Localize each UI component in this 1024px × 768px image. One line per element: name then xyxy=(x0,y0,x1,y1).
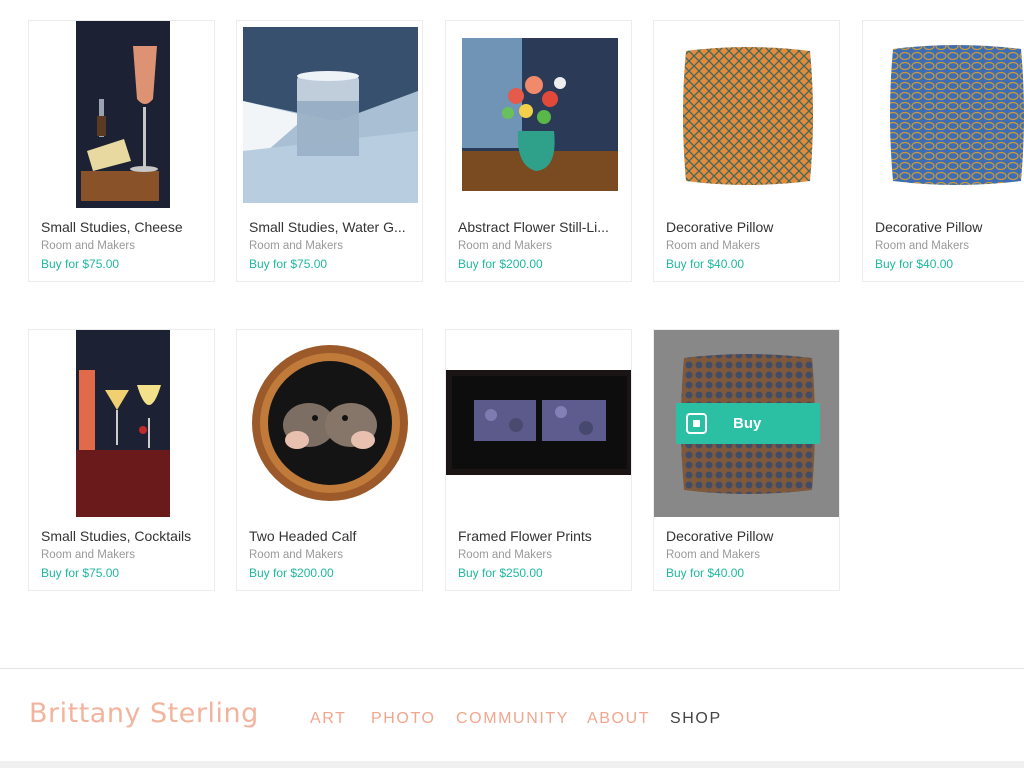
product-title[interactable]: Decorative Pillow xyxy=(666,219,831,236)
product-title[interactable]: Small Studies, Water G... xyxy=(249,219,414,236)
nav-photo[interactable]: PHOTO xyxy=(371,709,436,729)
painting-cocktails-icon xyxy=(76,330,170,517)
product-maker: Room and Makers xyxy=(41,240,135,252)
product-image[interactable] xyxy=(237,330,422,517)
product-maker: Room and Makers xyxy=(875,240,969,252)
product-image[interactable] xyxy=(446,330,631,517)
product-card[interactable]: Small Studies, Cocktails Room and Makers… xyxy=(28,329,215,591)
framed-prints-icon xyxy=(446,370,631,475)
product-maker: Room and Makers xyxy=(458,240,552,252)
product-title[interactable]: Abstract Flower Still-Li... xyxy=(458,219,623,236)
product-title[interactable]: Framed Flower Prints xyxy=(458,528,623,545)
product-card[interactable]: Decorative Pillow Room and Makers Buy fo… xyxy=(653,20,840,282)
product-maker: Room and Makers xyxy=(666,549,760,561)
nav-community[interactable]: COMMUNITY xyxy=(456,709,569,729)
buy-price-link[interactable]: Buy for $250.00 xyxy=(458,566,543,580)
site-brand[interactable]: Brittany Sterling xyxy=(29,698,259,730)
product-title[interactable]: Small Studies, Cocktails xyxy=(41,528,206,545)
product-title[interactable]: Decorative Pillow xyxy=(666,528,831,545)
painting-cheese-wine-icon xyxy=(76,21,170,208)
buy-price-link[interactable]: Buy for $40.00 xyxy=(875,257,953,271)
orange-pillow-icon xyxy=(683,47,813,185)
product-card[interactable]: Decorative Pillow Room and Makers Buy fo… xyxy=(862,20,1024,282)
product-image[interactable] xyxy=(29,21,214,208)
product-title[interactable]: Small Studies, Cheese xyxy=(41,219,206,236)
blue-pillow-icon xyxy=(890,45,1024,185)
product-card[interactable]: Two Headed Calf Room and Makers Buy for … xyxy=(236,329,423,591)
product-card[interactable]: Small Studies, Cheese Room and Makers Bu… xyxy=(28,20,215,282)
site-footer: Brittany Sterling ART PHOTO COMMUNITY AB… xyxy=(0,669,1024,761)
product-image[interactable] xyxy=(654,21,839,208)
product-image[interactable] xyxy=(446,21,631,208)
nav-art[interactable]: ART xyxy=(310,709,347,729)
buy-price-link[interactable]: Buy for $75.00 xyxy=(41,257,119,271)
buy-price-link[interactable]: Buy for $40.00 xyxy=(666,257,744,271)
product-title[interactable]: Two Headed Calf xyxy=(249,528,414,545)
buy-price-link[interactable]: Buy for $75.00 xyxy=(41,566,119,580)
product-maker: Room and Makers xyxy=(249,240,343,252)
nav-about[interactable]: ABOUT xyxy=(587,709,650,729)
product-maker: Room and Makers xyxy=(249,549,343,561)
buy-price-link[interactable]: Buy for $200.00 xyxy=(458,257,543,271)
product-image[interactable] xyxy=(29,330,214,517)
product-maker: Room and Makers xyxy=(458,549,552,561)
nav-shop[interactable]: SHOP xyxy=(670,709,722,729)
buy-button[interactable]: Buy xyxy=(676,403,820,444)
product-card[interactable]: Abstract Flower Still-Li... Room and Mak… xyxy=(445,20,632,282)
buy-label: Buy xyxy=(733,415,762,432)
painting-water-glass-icon xyxy=(243,27,418,203)
painting-flowers-icon xyxy=(462,38,618,191)
buy-price-link[interactable]: Buy for $40.00 xyxy=(666,566,744,580)
product-card[interactable]: Buy Decorative Pillow Room and Makers Bu… xyxy=(653,329,840,591)
product-title[interactable]: Decorative Pillow xyxy=(875,219,1024,236)
buy-price-link[interactable]: Buy for $75.00 xyxy=(249,257,327,271)
product-image[interactable] xyxy=(863,21,1024,208)
product-image[interactable]: Buy xyxy=(654,330,839,517)
bottom-strip xyxy=(0,761,1024,768)
square-logo-icon xyxy=(686,413,707,434)
product-maker: Room and Makers xyxy=(41,549,135,561)
product-image[interactable] xyxy=(237,21,422,208)
product-card[interactable]: Small Studies, Water G... Room and Maker… xyxy=(236,20,423,282)
product-card[interactable]: Framed Flower Prints Room and Makers Buy… xyxy=(445,329,632,591)
framed-calf-icon xyxy=(252,345,408,501)
buy-price-link[interactable]: Buy for $200.00 xyxy=(249,566,334,580)
product-maker: Room and Makers xyxy=(666,240,760,252)
